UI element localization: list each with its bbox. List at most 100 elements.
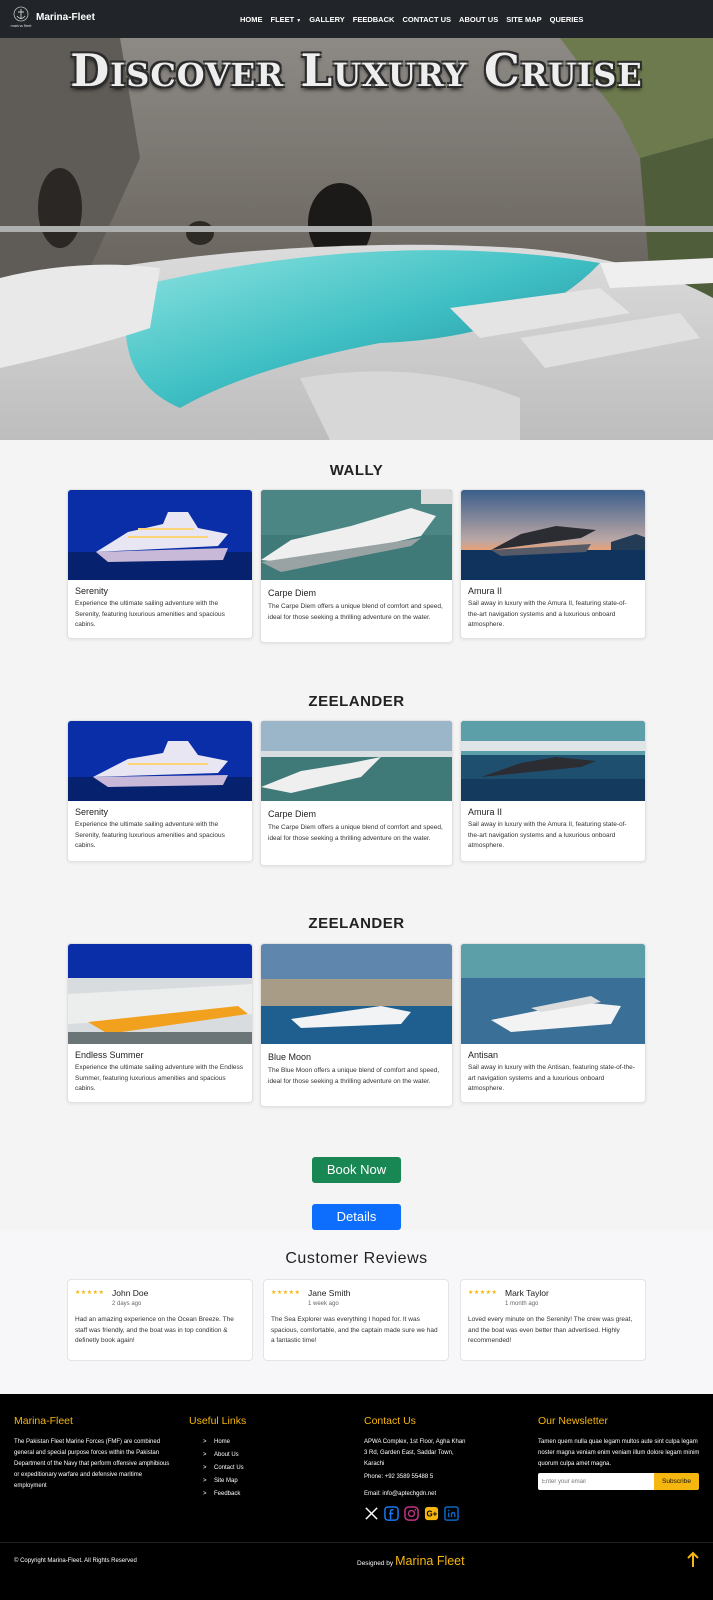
card-description: Experience the ultimate sailing adventur… — [75, 1064, 244, 1092]
yacht-image — [461, 721, 645, 801]
hero-image — [0, 38, 713, 440]
nav-about-us[interactable]: ABOUT US — [455, 15, 502, 24]
nav-contact-us[interactable]: CONTACT US — [398, 15, 455, 24]
designed-by-brand: Marina Fleet — [395, 1554, 465, 1568]
brand-logo: marina fleet — [8, 6, 34, 32]
footer-contact-phone: Phone: +92 3589 55488 5 — [364, 1474, 434, 1480]
chevron-right-icon: > — [203, 1439, 207, 1445]
anchor-logo-icon — [13, 6, 29, 22]
yacht-card[interactable]: Amura II Sail away in luxury with the Am… — [460, 489, 646, 639]
section-title-zeelander: ZEELANDER — [308, 693, 405, 710]
brand-name: Marina-Fleet — [36, 11, 95, 23]
yacht-image — [461, 944, 645, 1044]
review-text: Had an amazing experience on the Ocean B… — [75, 1316, 234, 1344]
nav-links: HOME FLEET ▼ GALLERY FEEDBACK CONTACT US … — [236, 0, 587, 38]
yacht-card[interactable]: Serenity Experience the ultimate sailing… — [67, 720, 253, 862]
card-description: The Blue Moon offers a unique blend of c… — [268, 1067, 440, 1085]
review-text: Loved every minute on the Serenity! The … — [468, 1316, 633, 1344]
footer-newsletter-text: Tamen quem nulla quae legam multos aute … — [538, 1439, 700, 1467]
yacht-image — [461, 490, 645, 580]
card-name: Carpe Diem — [268, 809, 317, 819]
review-time: 1 week ago — [308, 1301, 339, 1307]
card-description: Sail away in luxury with the Amura II, f… — [468, 821, 627, 849]
star-rating-icon: ★★★★★ — [468, 1290, 498, 1296]
chevron-right-icon: > — [203, 1452, 207, 1458]
footer-link-home[interactable]: > Home — [203, 1439, 231, 1445]
copyright-text: © Copyright Marina-Fleet. All Rights Res… — [14, 1558, 137, 1564]
footer-link-contact-us[interactable]: > Contact Us — [203, 1465, 244, 1471]
nav-fleet[interactable]: FLEET ▼ — [267, 15, 306, 24]
yacht-card[interactable]: Serenity Experience the ultimate sailing… — [67, 489, 253, 639]
card-description: Sail away in luxury with the Antisan, fe… — [468, 1064, 635, 1092]
nav-site-map[interactable]: SITE MAP — [502, 15, 545, 24]
svg-text:G+: G+ — [426, 1510, 437, 1519]
brand-logo-caption: marina fleet — [10, 23, 32, 28]
book-now-button[interactable]: Book Now — [312, 1157, 401, 1183]
card-name: Antisan — [468, 1050, 499, 1060]
footer-link-label: Contact Us — [214, 1465, 244, 1471]
footer-link-label: Feedback — [214, 1491, 241, 1497]
review-time: 1 month ago — [505, 1301, 539, 1307]
footer-link-about-us[interactable]: > About Us — [203, 1452, 239, 1458]
footer-link-site-map[interactable]: > Site Map — [203, 1478, 238, 1484]
reviewer-name: Jane Smith — [308, 1288, 351, 1298]
card-description: Experience the ultimate sailing adventur… — [75, 821, 225, 849]
nav-fleet-label: FLEET — [270, 14, 295, 24]
star-rating-icon: ★★★★★ — [271, 1290, 301, 1296]
card-name: Amura II — [468, 807, 503, 817]
card-name: Amura II — [468, 586, 503, 596]
footer-about-text: The Pakistan Fleet Marine Forces (FMF) a… — [14, 1439, 170, 1489]
nav-queries[interactable]: QUERIES — [546, 15, 588, 24]
chevron-right-icon: > — [203, 1478, 207, 1484]
yacht-image — [68, 944, 252, 1044]
yacht-card[interactable]: Amura II Sail away in luxury with the Am… — [460, 720, 646, 862]
google-plus-icon[interactable]: G+ — [424, 1506, 439, 1521]
subscribe-button[interactable]: Subscribe — [654, 1473, 699, 1490]
yacht-image — [68, 721, 252, 801]
chevron-down-icon: ▼ — [296, 17, 302, 24]
hero-banner: Discover Luxury Cruise — [0, 38, 713, 440]
newsletter-email-input[interactable] — [538, 1473, 654, 1490]
review-card: ★★★★★ John Doe 2 days ago Had an amazing… — [67, 1279, 253, 1361]
nav-gallery[interactable]: GALLERY — [305, 15, 349, 24]
chevron-right-icon: > — [203, 1465, 207, 1471]
nav-feedback[interactable]: FEEDBACK — [349, 15, 399, 24]
yacht-image — [261, 490, 452, 580]
footer-contact-email[interactable]: Email: info@aptechgdn.net — [364, 1489, 436, 1500]
footer-contact-address: APWA Complex, 1st Floor, Agha Khan 3 Rd,… — [364, 1439, 466, 1467]
footer-divider — [0, 1542, 713, 1543]
footer-link-label: Site Map — [214, 1478, 238, 1484]
yacht-card[interactable]: Antisan Sail away in luxury with the Ant… — [460, 943, 646, 1103]
yacht-image — [261, 721, 452, 801]
arrow-up-icon[interactable] — [686, 1551, 700, 1569]
card-name: Blue Moon — [268, 1052, 312, 1062]
footer-link-label: Home — [214, 1439, 231, 1445]
footer-newsletter-heading: Our Newsletter — [538, 1415, 609, 1427]
card-description: Sail away in luxury with the Amura II, f… — [468, 600, 627, 628]
instagram-icon[interactable] — [404, 1506, 419, 1521]
card-description: The Carpe Diem offers a unique blend of … — [268, 603, 443, 621]
footer-link-feedback[interactable]: > Feedback — [203, 1491, 241, 1497]
yacht-card[interactable]: Blue Moon The Blue Moon offers a unique … — [260, 943, 453, 1107]
section-title-wally: WALLY — [329, 462, 384, 479]
card-name: Endless Summer — [75, 1050, 144, 1060]
brand[interactable]: marina fleet Marina-Fleet — [8, 6, 95, 32]
designed-by: Designed by Marina Fleet — [357, 1554, 465, 1568]
footer-links-heading: Useful Links — [189, 1415, 247, 1427]
reviewer-name: John Doe — [112, 1288, 149, 1298]
reviews-title: Customer Reviews — [285, 1250, 428, 1267]
star-rating-icon: ★★★★★ — [75, 1290, 105, 1296]
nav-home[interactable]: HOME — [236, 15, 267, 24]
reviewer-name: Mark Taylor — [505, 1288, 549, 1298]
designed-by-label: Designed by — [357, 1560, 394, 1567]
yacht-card[interactable]: Carpe Diem The Carpe Diem offers a uniqu… — [260, 720, 453, 866]
card-name: Carpe Diem — [268, 588, 317, 598]
yacht-card[interactable]: Endless Summer Experience the ultimate s… — [67, 943, 253, 1103]
x-icon[interactable] — [364, 1506, 379, 1521]
card-name: Serenity — [75, 586, 109, 596]
linkedin-icon[interactable] — [444, 1506, 459, 1521]
card-description: Experience the ultimate sailing adventur… — [75, 600, 225, 628]
facebook-icon[interactable] — [384, 1506, 399, 1521]
details-button[interactable]: Details — [312, 1204, 401, 1230]
yacht-card[interactable]: Carpe Diem The Carpe Diem offers a uniqu… — [260, 489, 453, 643]
